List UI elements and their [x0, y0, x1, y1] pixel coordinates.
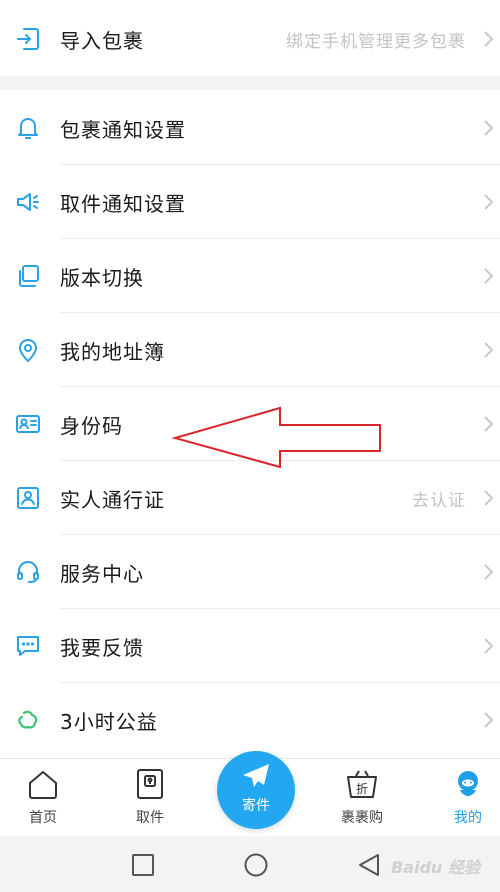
tab-pickup[interactable]: 取件	[110, 767, 190, 833]
headset-icon	[14, 558, 42, 586]
home-circle-icon[interactable]	[243, 852, 269, 878]
tab-label: 取件	[136, 810, 164, 826]
switch-version-icon	[14, 262, 42, 290]
recent-apps-icon[interactable]	[130, 852, 156, 878]
back-triangle-icon[interactable]	[356, 852, 382, 878]
menu-item-hint: 绑定手机管理更多包裹	[286, 31, 466, 52]
menu-item-label: 我要反馈	[60, 635, 144, 660]
shopping-basket-icon: 折	[347, 770, 377, 798]
chevron-right-icon	[484, 490, 494, 506]
menu-item-address-book[interactable]: 我的地址簿	[0, 313, 500, 387]
system-nav-bar: Baidu 经验	[0, 836, 500, 892]
menu-item-label: 版本切换	[60, 265, 144, 290]
shop-badge-text: 折	[356, 781, 368, 796]
menu-item-import-package[interactable]: 导入包裹 绑定手机管理更多包裹	[0, 2, 500, 76]
section-gap	[0, 76, 500, 90]
tab-home[interactable]: 首页	[3, 767, 83, 833]
pickup-locker-icon	[137, 769, 163, 799]
speaker-icon	[14, 188, 42, 216]
menu-item-feedback[interactable]: 我要反馈	[0, 609, 500, 683]
import-icon	[14, 25, 42, 53]
chevron-right-icon	[484, 564, 494, 580]
menu-item-label: 实人通行证	[60, 487, 165, 512]
tab-label: 我的	[454, 810, 482, 826]
bottom-tab-bar: 首页 取件 寄件 折 裹裹购 我的	[0, 751, 500, 836]
bell-icon	[14, 114, 42, 142]
menu-item-label: 身份码	[60, 413, 123, 438]
watermark: Baidu 经验	[391, 858, 480, 877]
profile-mascot-icon	[458, 771, 478, 796]
menu-item-label: 我的地址簿	[60, 339, 165, 364]
id-card-icon	[14, 410, 42, 438]
menu-item-pickup-notification[interactable]: 取件通知设置	[0, 165, 500, 239]
send-package-button[interactable]: 寄件	[217, 751, 295, 829]
location-pin-icon	[14, 336, 42, 364]
annotation-arrow-icon	[171, 406, 381, 469]
charity-leaf-icon	[14, 706, 42, 734]
paper-plane-icon	[243, 764, 269, 787]
menu-item-label: 导入包裹	[60, 28, 144, 53]
chevron-right-icon	[484, 120, 494, 136]
chevron-right-icon	[484, 268, 494, 284]
tab-mine[interactable]: 我的	[428, 767, 500, 833]
home-icon	[29, 771, 57, 799]
menu-item-label: 取件通知设置	[60, 191, 186, 216]
tab-label: 首页	[29, 810, 57, 826]
tab-label: 裹裹购	[341, 810, 383, 826]
chevron-right-icon	[484, 712, 494, 728]
chevron-right-icon	[484, 31, 494, 47]
menu-item-charity[interactable]: 3小时公益	[0, 683, 500, 757]
chevron-right-icon	[484, 342, 494, 358]
page: 导入包裹 绑定手机管理更多包裹 包裹通知设置 取件通知设置 版本切换 我的地址簿…	[0, 0, 500, 892]
menu-item-label: 包裹通知设置	[60, 117, 186, 142]
menu-item-version-switch[interactable]: 版本切换	[0, 239, 500, 313]
chevron-right-icon	[484, 416, 494, 432]
menu-item-parcel-notification[interactable]: 包裹通知设置	[0, 91, 500, 165]
send-button-label: 寄件	[242, 798, 270, 814]
chevron-right-icon	[484, 638, 494, 654]
tab-shop[interactable]: 折 裹裹购	[322, 767, 402, 833]
feedback-bubble-icon	[14, 632, 42, 660]
menu-item-label: 服务中心	[60, 561, 144, 586]
menu-item-hint: 去认证	[412, 490, 466, 511]
person-badge-icon	[14, 484, 42, 512]
menu-item-label: 3小时公益	[60, 709, 158, 734]
chevron-right-icon	[484, 194, 494, 210]
menu-item-service-center[interactable]: 服务中心	[0, 535, 500, 609]
menu-item-real-person-pass[interactable]: 实人通行证 去认证	[0, 461, 500, 535]
